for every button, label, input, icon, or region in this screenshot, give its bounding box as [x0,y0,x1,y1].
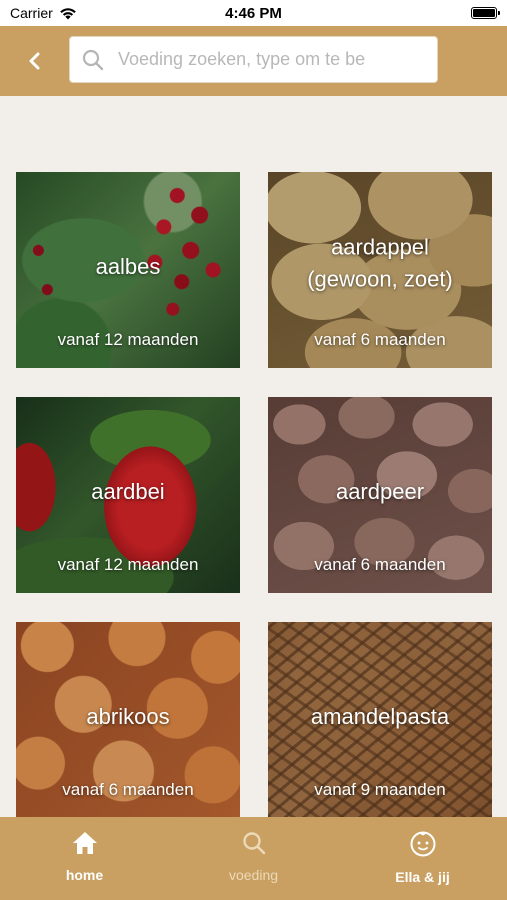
tab-label: Ella & jij [395,869,450,885]
search-icon [242,832,265,855]
status-time: 4:46 PM [225,4,282,22]
food-card-aardappel[interactable]: aardappel (gewoon, zoet) vanaf 6 maanden [268,172,492,368]
search-box[interactable] [69,36,438,83]
home-icon [72,832,97,854]
back-button[interactable] [0,26,70,96]
bottom-tab-bar: home voeding Ella & jij [0,817,507,900]
status-bar: Carrier 4:46 PM [0,0,507,26]
food-name: aardbei [91,478,165,504]
food-card-abrikoos[interactable]: abrikoos vanaf 6 maanden [16,622,240,817]
baby-face-icon [410,831,435,857]
food-name: aardappel (gewoon, zoet) [307,234,453,292]
food-age: vanaf 9 maanden [314,780,446,799]
food-name: abrikoos [86,703,170,729]
food-grid: aalbes vanaf 12 maanden aardappel (gewoo… [16,172,492,817]
food-age: vanaf 6 maanden [314,330,446,349]
food-card-aardbei[interactable]: aardbei vanaf 12 maanden [16,397,240,593]
battery-icon [471,7,500,19]
search-icon [82,49,104,70]
food-age: vanaf 6 maanden [314,555,446,574]
food-age: vanaf 6 maanden [62,780,194,799]
chevron-left-icon [29,52,40,70]
tab-label: voeding [228,867,279,883]
food-age: vanaf 12 maanden [57,555,199,574]
tab-ella-en-jij[interactable]: Ella & jij [338,817,507,900]
header-bar [0,26,507,96]
food-card-amandelpasta[interactable]: amandelpasta vanaf 9 maanden [268,622,492,817]
food-age: vanaf 12 maanden [57,330,199,349]
food-card-aalbes[interactable]: aalbes vanaf 12 maanden [16,172,240,368]
food-name: amandelpasta [310,703,450,729]
food-card-aardpeer[interactable]: aardpeer vanaf 6 maanden [268,397,492,593]
food-name: aardpeer [335,478,425,504]
tab-voeding[interactable]: voeding [169,817,338,900]
tab-label: home [65,867,104,883]
food-name: aalbes [95,253,161,279]
search-input[interactable] [118,49,388,70]
tab-home[interactable]: home [0,817,169,900]
